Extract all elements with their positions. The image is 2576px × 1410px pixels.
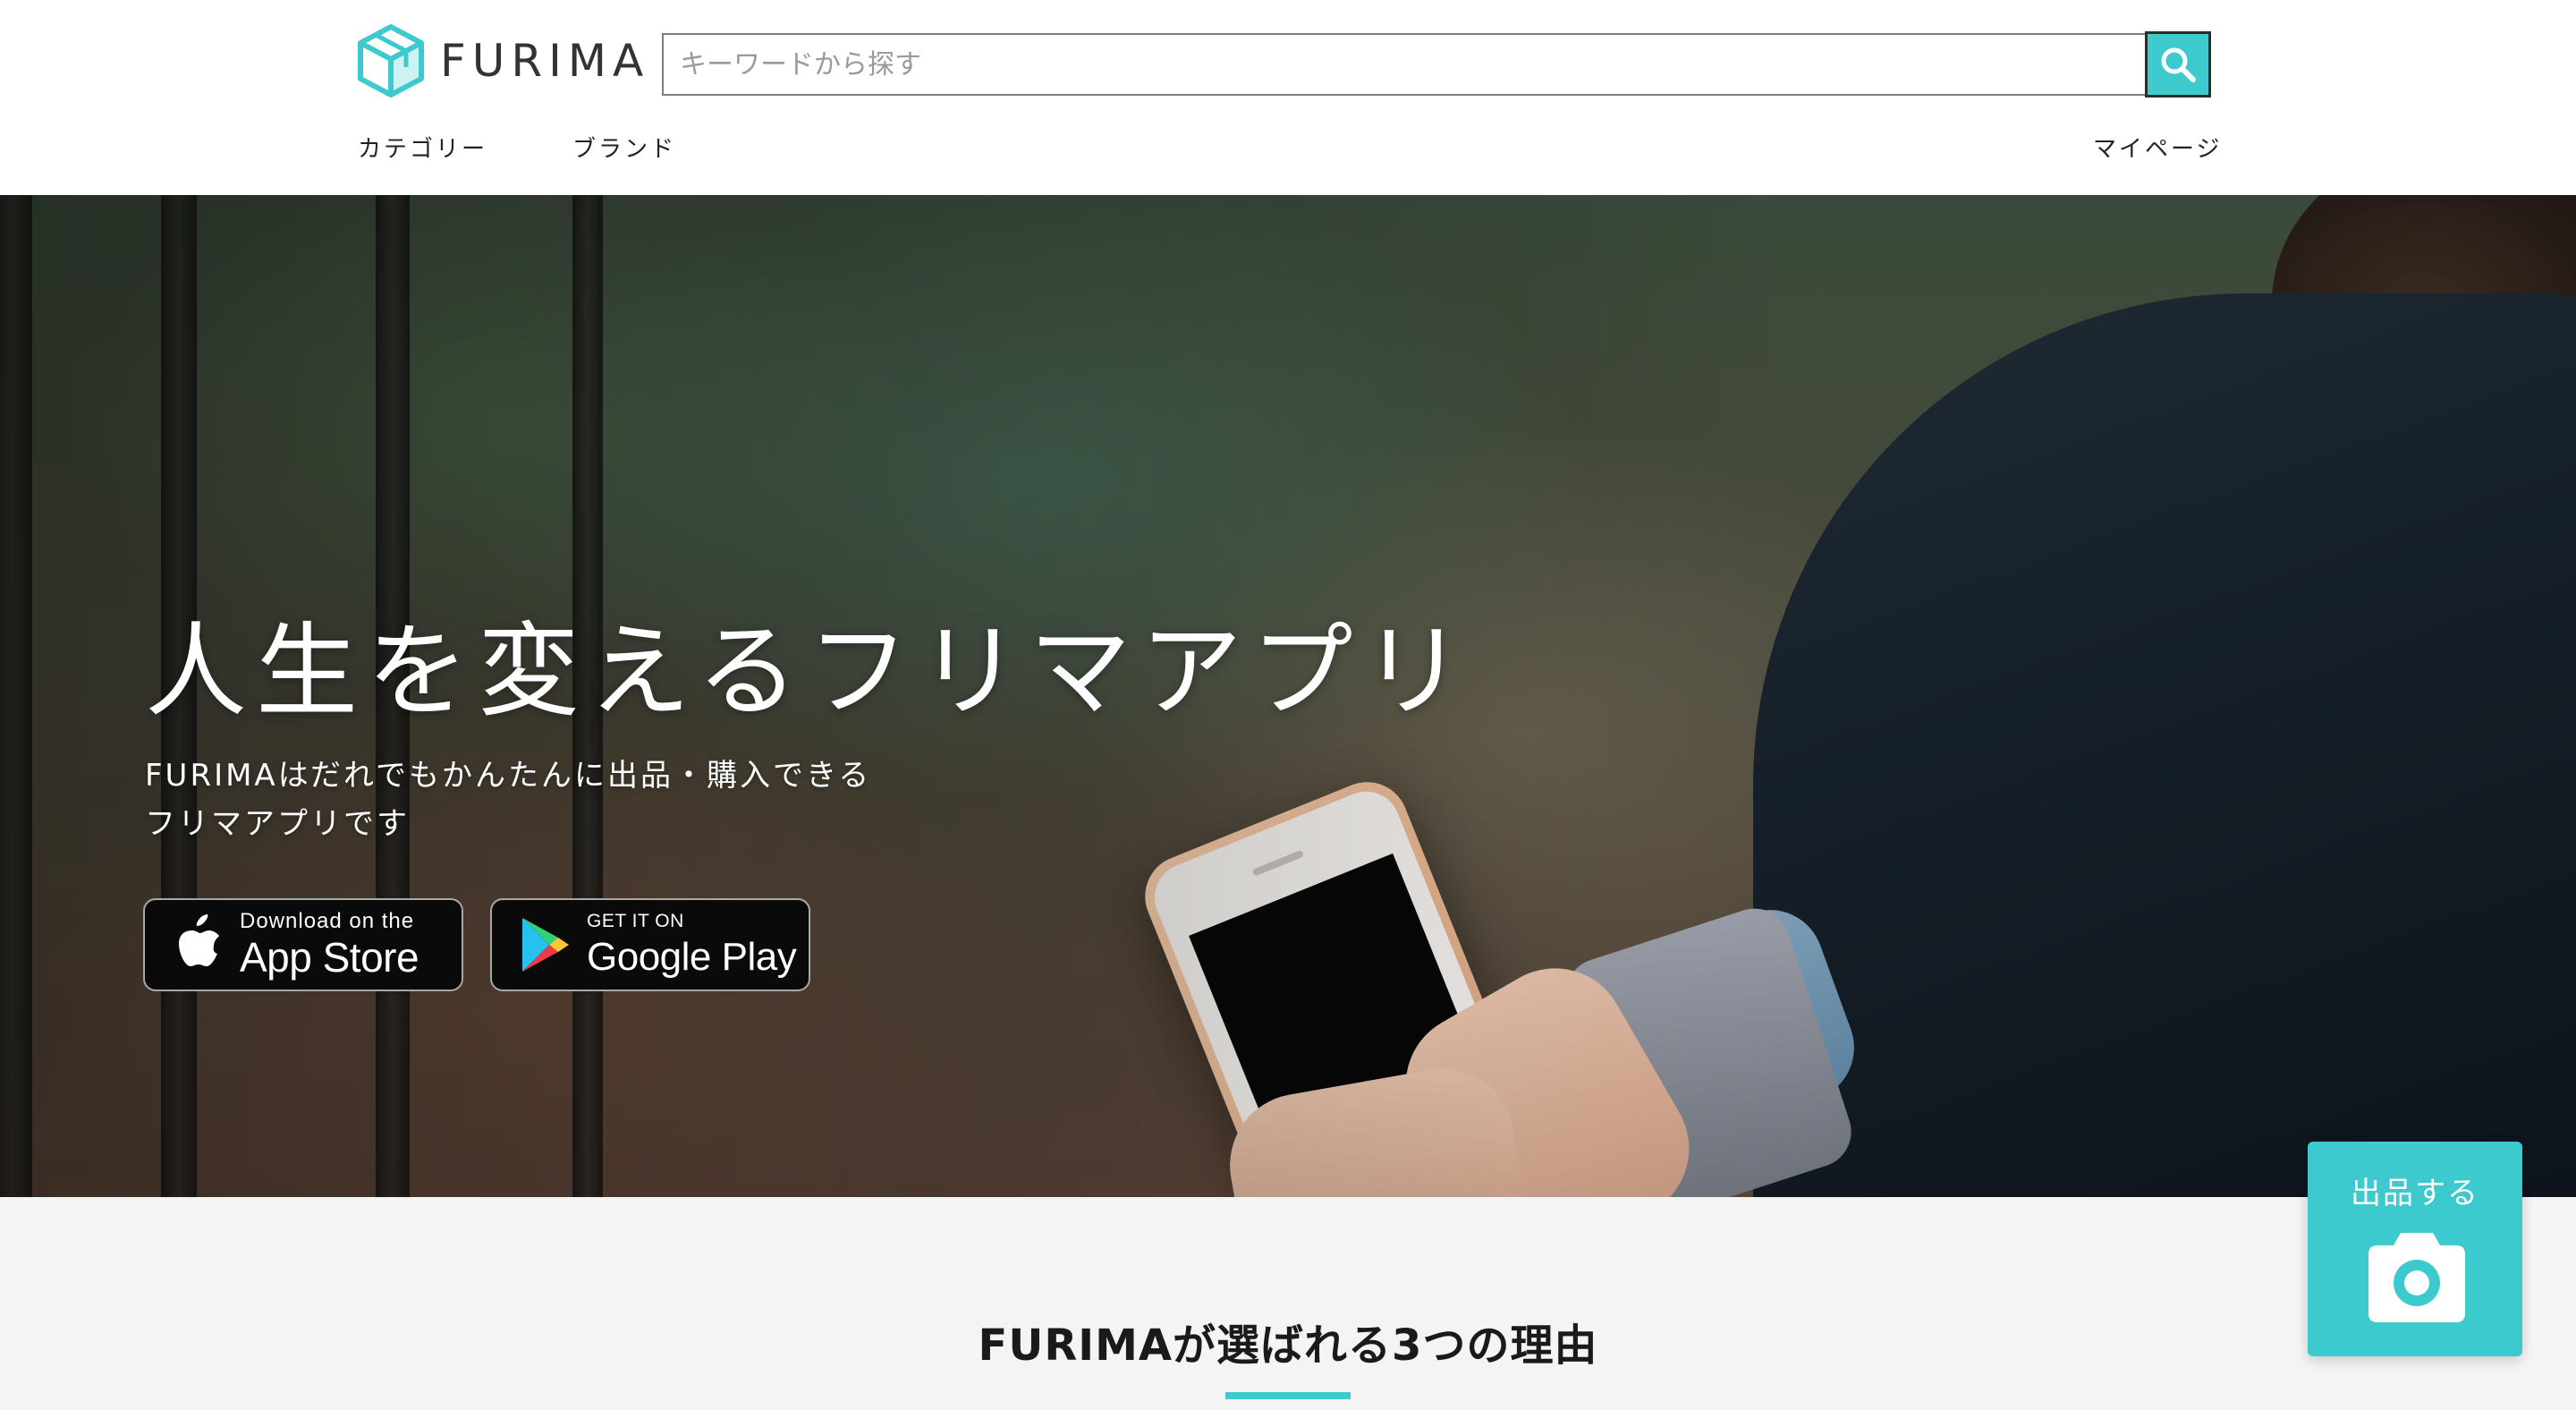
google-play-icon <box>515 913 572 976</box>
google-play-small-text: GET IT ON <box>587 911 684 931</box>
hero-title: 人生を変えるフリマアプリ <box>145 612 1473 731</box>
nav-mypage-link[interactable]: マイページ <box>2093 131 2222 164</box>
search-button[interactable] <box>2145 31 2211 98</box>
features-title-underline <box>1225 1392 1351 1399</box>
nav-brand-link[interactable]: ブランド <box>572 131 676 164</box>
logo-text: FURIMA <box>440 35 650 87</box>
search-input[interactable] <box>664 35 2145 94</box>
site-header: FURIMA カテゴリー ブランド マイページ <box>0 0 2576 195</box>
hero-subtitle-line2: フリマアプリです <box>145 806 410 842</box>
nav-category-link[interactable]: カテゴリー <box>358 131 487 164</box>
apple-icon <box>168 913 225 976</box>
app-store-small-text: Download on the <box>240 909 415 933</box>
google-play-button[interactable]: GET IT ON Google Play <box>490 898 810 991</box>
cube-logo-icon <box>358 24 424 98</box>
hero-subtitle-line1: FURIMAはだれでもかんたんに出品・購入できる <box>145 758 872 794</box>
site-logo[interactable]: FURIMA <box>358 23 649 98</box>
app-store-button[interactable]: Download on the App Store <box>143 898 463 991</box>
app-store-large-text: App Store <box>240 934 419 981</box>
google-play-large-text: Google Play <box>587 935 797 979</box>
sell-button-label: 出品する <box>2351 1176 2479 1211</box>
camera-icon <box>2368 1233 2465 1322</box>
search-icon <box>2161 47 2196 82</box>
search-box <box>662 33 2147 96</box>
features-section: FURIMAが選ばれる3つの理由 <box>0 1197 2576 1410</box>
sell-button[interactable]: 出品する <box>2308 1142 2522 1356</box>
hero-subtitle: FURIMAはだれでもかんたんに出品・購入できる フリマアプリです <box>145 752 871 848</box>
features-title: FURIMAが選ばれる3つの理由 <box>978 1321 1598 1371</box>
hero-section: 人生を変えるフリマアプリ FURIMAはだれでもかんたんに出品・購入できる フリ… <box>0 195 2576 1197</box>
